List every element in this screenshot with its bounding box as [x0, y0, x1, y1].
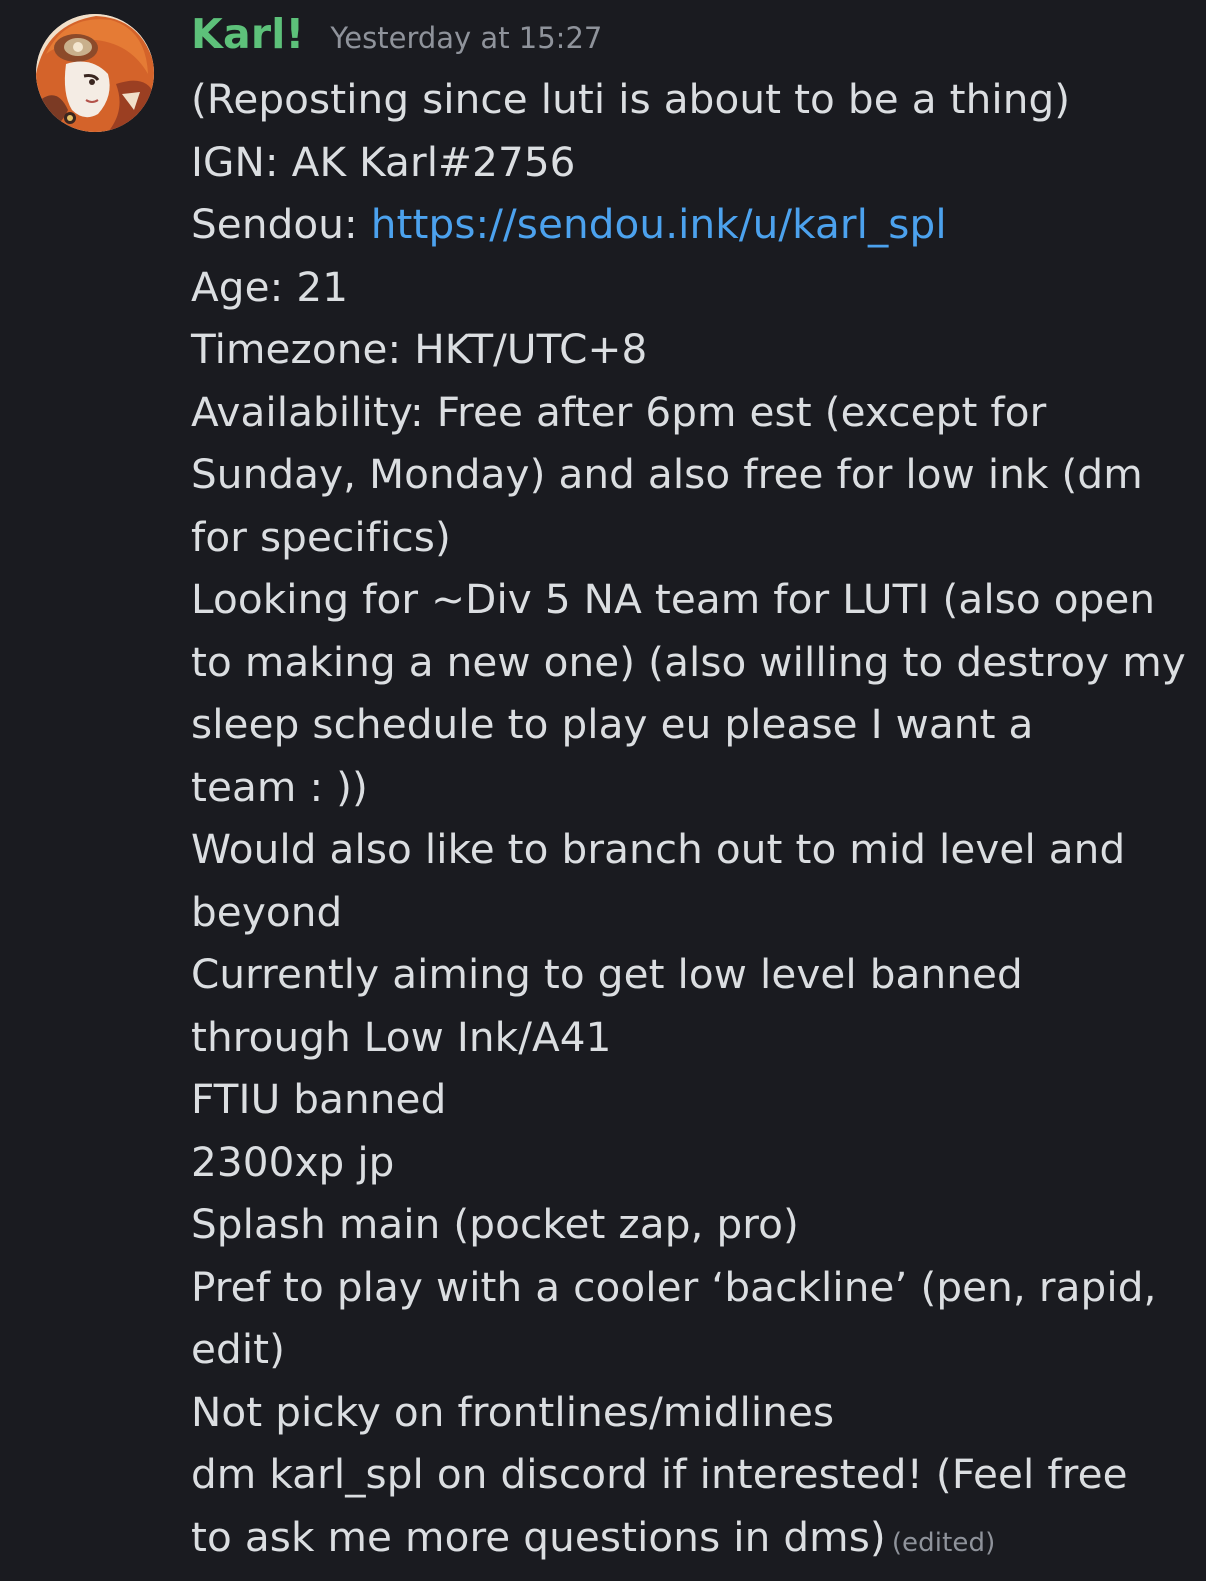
message-line: (Reposting since luti is about to be a t…	[191, 75, 1071, 123]
last-line-text: to ask me more questions in dms)	[191, 1512, 886, 1561]
message-line: edit)	[191, 1325, 286, 1373]
message-line: dm karl_spl on discord if interested! (F…	[191, 1450, 1128, 1498]
message-line: sleep schedule to play eu please I want …	[191, 700, 1034, 748]
message-line: Would also like to branch out to mid lev…	[191, 825, 1126, 873]
message-line: to ask me more questions in dms) (edited)	[191, 1506, 1181, 1575]
message-line: Timezone: HKT/UTC+8	[191, 325, 648, 373]
message-content: (Reposting since luti is about to be a t…	[191, 68, 1186, 1575]
sendou-link[interactable]: https://sendou.ink/u/karl_spl	[371, 200, 947, 248]
message-line: 2300xp jp	[191, 1137, 395, 1186]
message-line: Looking for ~Div 5 NA team for LUTI (als…	[191, 575, 1156, 623]
avatar-icon	[36, 14, 154, 132]
message-line: team : ))	[191, 762, 368, 811]
message-line: FTIU banned	[191, 1075, 447, 1123]
message-line: for specifics)	[191, 512, 451, 561]
author-name[interactable]: Karl!	[191, 10, 304, 58]
message-line: Age: 21	[191, 262, 349, 311]
message-timestamp[interactable]: Yesterday at 15:27	[330, 21, 602, 55]
edited-label: (edited)	[891, 1527, 996, 1558]
message-line: beyond	[191, 887, 343, 936]
avatar[interactable]	[36, 14, 154, 132]
message-header: Karl! Yesterday at 15:27	[191, 10, 602, 66]
message-line: Not picky on frontlines/midlines	[191, 1387, 835, 1436]
chat-message: Karl! Yesterday at 15:27 (Reposting sinc…	[0, 0, 1206, 1581]
message-line: IGN: AK Karl#2756	[191, 137, 576, 186]
message-line: Pref to play with a cooler ‘backline’ (p…	[191, 1262, 1157, 1311]
message-line: Currently aiming to get low level banned	[191, 950, 1023, 998]
message-line: Splash main (pocket zap, pro)	[191, 1200, 799, 1248]
message-line: Sendou: https://sendou.ink/u/karl_spl	[191, 193, 1181, 256]
sendou-label: Sendou:	[191, 200, 371, 248]
message-line: through Low Ink/A41	[191, 1012, 612, 1061]
message-line: Sunday, Monday) and also free for low in…	[191, 450, 1143, 498]
message-line: Availability: Free after 6pm est (except…	[191, 387, 1047, 436]
message-line: to making a new one) (also willing to de…	[191, 637, 1186, 686]
